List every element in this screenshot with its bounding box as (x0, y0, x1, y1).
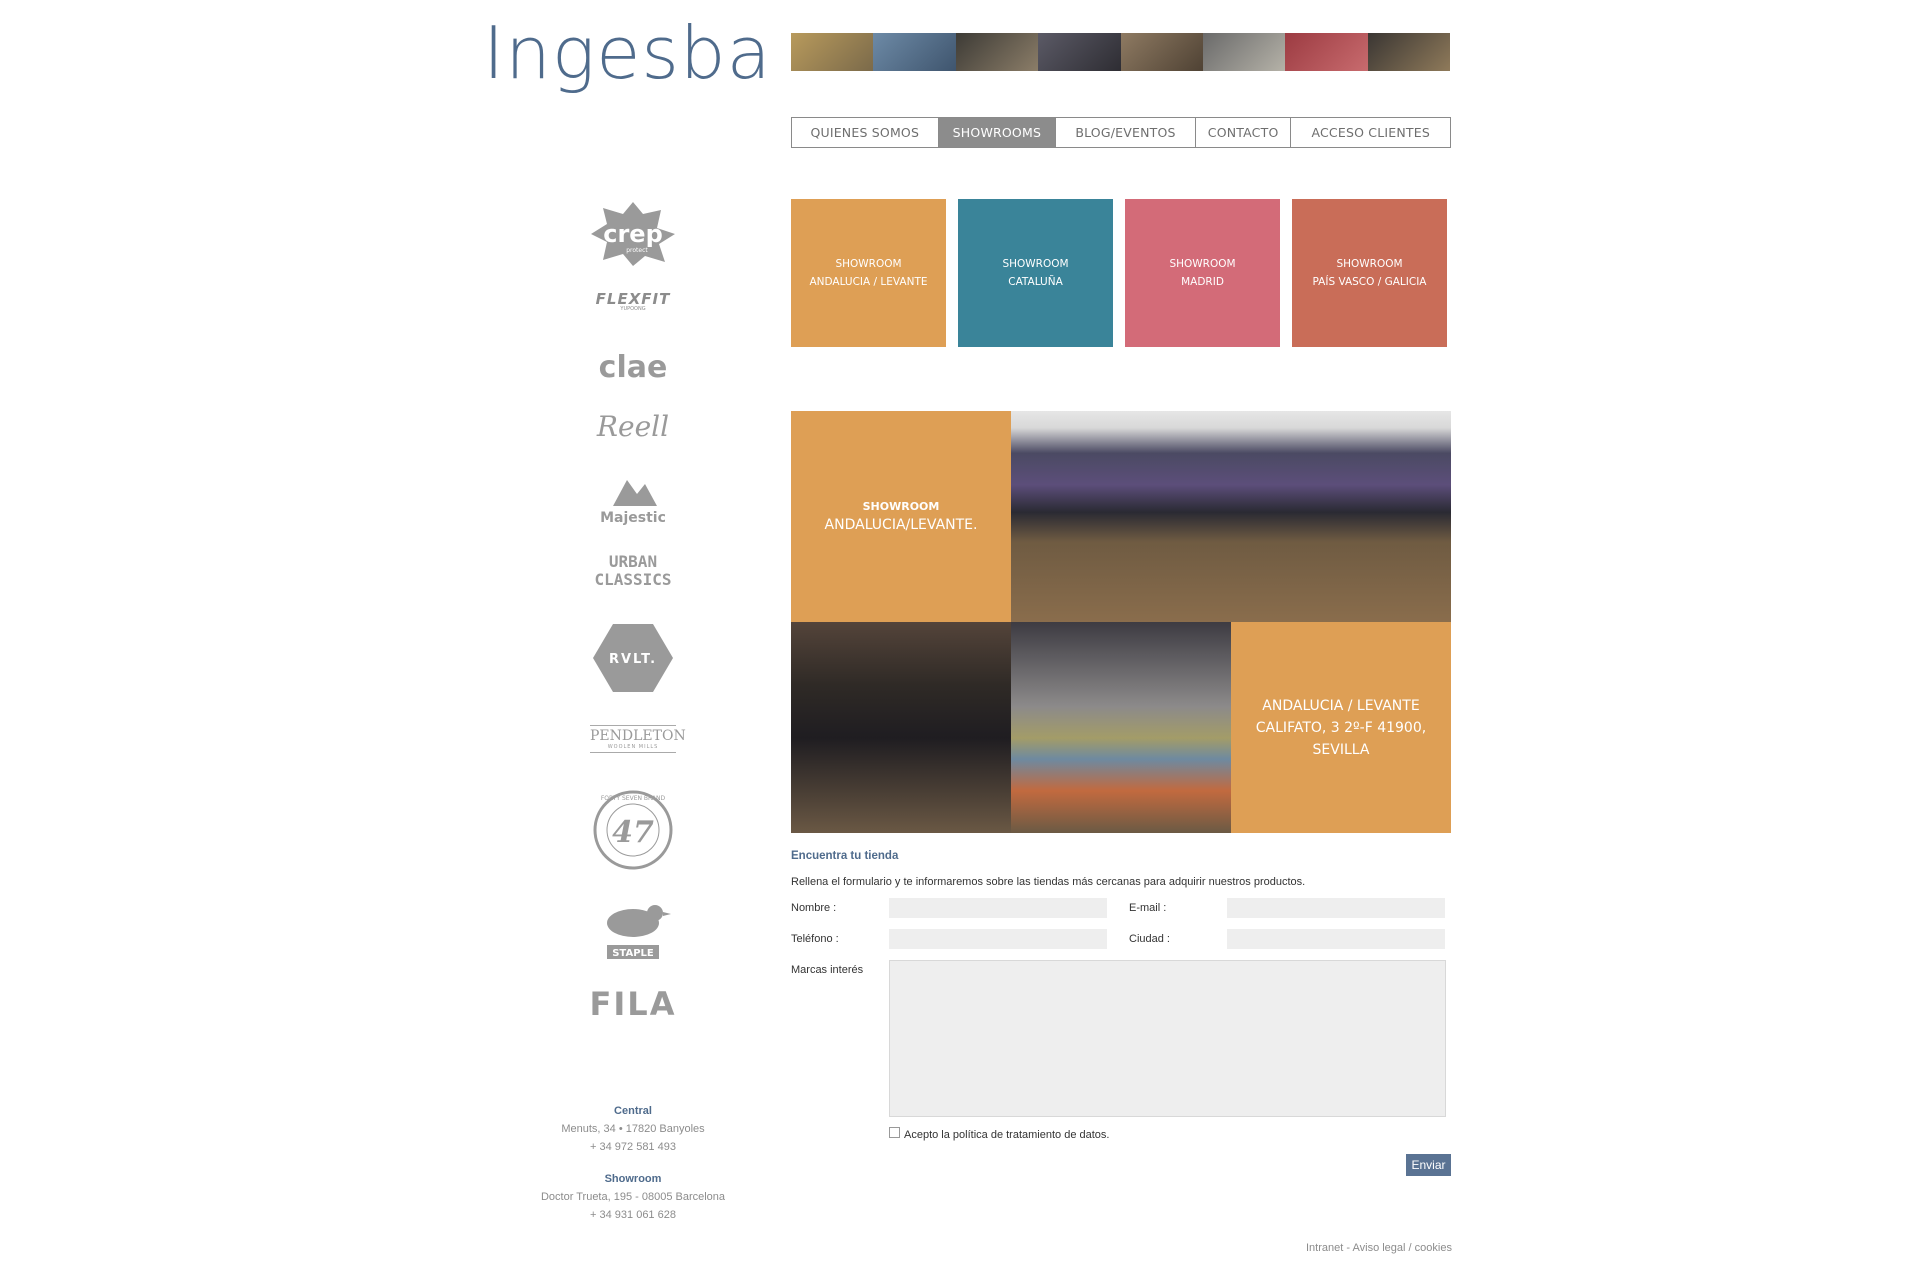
svg-text:RVLT.: RVLT. (609, 652, 657, 667)
central-address: Menuts, 34 • 17820 Banyoles (561, 1123, 705, 1135)
nav-blog-eventos[interactable]: BLOG/EVENTOS (1056, 118, 1196, 147)
nav-contacto[interactable]: CONTACTO (1196, 118, 1292, 147)
showroom-address-line2: CALIFATO, 3 2º-F 41900, (1255, 719, 1427, 736)
showroom-photo-grid: SHOWROOM ANDALUCIA/LEVANTE. ANDALUCIA / … (791, 411, 1451, 833)
privacy-label: Acepto la política de tratamiento de dat… (904, 1129, 1110, 1141)
telefono-input[interactable] (889, 929, 1107, 949)
tile-label-line2: MADRID (1181, 276, 1224, 288)
telefono-label: Teléfono : (791, 933, 839, 945)
email-input[interactable] (1227, 898, 1445, 918)
svg-text:FORTY SEVEN BRAND: FORTY SEVEN BRAND (601, 795, 666, 802)
tile-label-line1: SHOWROOM (1002, 258, 1069, 270)
footer-links: Intranet - Aviso legal / cookies (1306, 1242, 1452, 1254)
svg-text:47: 47 (612, 815, 654, 850)
nav-acceso-clientes[interactable]: ACCESO CLIENTES (1291, 118, 1450, 147)
showroom-contact-address: Doctor Trueta, 195 - 08005 Barcelona (540, 1191, 726, 1203)
central-title: Central (614, 1105, 652, 1117)
privacy-checkbox[interactable] (889, 1127, 900, 1138)
tile-label-line2: ANDALUCIA / LEVANTE (809, 276, 928, 288)
send-button[interactable]: Enviar (1406, 1154, 1451, 1176)
nav-quienes-somos[interactable]: QUIENES SOMOS (792, 118, 939, 147)
brand-logo-flexfit[interactable]: FLEXFIT YUPOONG (583, 290, 683, 312)
ciudad-label: Ciudad : (1129, 933, 1170, 945)
showroom-photo-store-interior (791, 622, 1011, 833)
email-label: E-mail : (1129, 902, 1167, 914)
main-nav: QUIENES SOMOS SHOWROOMS BLOG/EVENTOS CON… (791, 117, 1451, 148)
showroom-title-block: SHOWROOM ANDALUCIA/LEVANTE. (791, 411, 1011, 622)
ingesba-logo[interactable]: Ingesba (483, 8, 771, 98)
showroom-title-small: SHOWROOM (862, 500, 940, 513)
brand-logo-47[interactable]: 47 FORTY SEVEN BRAND (583, 788, 683, 876)
tile-label-line2: CATALUÑA (1008, 276, 1063, 288)
svg-text:Majestic: Majestic (600, 510, 666, 526)
showroom-address-block: ANDALUCIA / LEVANTE CALIFATO, 3 2º-F 419… (1231, 622, 1451, 833)
tile-showroom-cataluna[interactable]: SHOWROOM CATALUÑA (958, 199, 1113, 347)
marcas-textarea[interactable] (889, 960, 1446, 1117)
form-intro: Rellena el formulario y te informaremos … (791, 876, 1306, 888)
tile-label-line2: PAÍS VASCO / GALICIA (1312, 276, 1427, 288)
nombre-input[interactable] (889, 898, 1107, 918)
ciudad-input[interactable] (1227, 929, 1445, 949)
brand-logo-staple[interactable]: STAPLE (583, 895, 683, 969)
central-phone: + 34 972 581 493 (590, 1141, 676, 1153)
tile-showroom-madrid[interactable]: SHOWROOM MADRID (1125, 199, 1280, 347)
cookies-link[interactable]: cookies (1415, 1242, 1452, 1254)
svg-text:STAPLE: STAPLE (612, 948, 654, 959)
footer-separator: / (1405, 1242, 1415, 1254)
showroom-contact-phone: + 34 931 061 628 (590, 1209, 676, 1221)
aviso-legal-link[interactable]: Aviso legal (1352, 1242, 1405, 1254)
brand-logo-fila[interactable]: FILA (583, 985, 683, 1023)
showroom-address-line1: ANDALUCIA / LEVANTE (1262, 697, 1420, 714)
brand-logo-pendleton[interactable]: PENDLETON WOOLEN MILLS (583, 725, 686, 753)
brand-logo-urban-classics[interactable]: URBAN CLASSICS (583, 553, 683, 589)
brand-logo-reell[interactable]: Reell (583, 410, 683, 443)
svg-text:crep: crep (603, 220, 663, 248)
nombre-label: Nombre : (791, 902, 837, 914)
tile-label-line1: SHOWROOM (1336, 258, 1403, 270)
brand-logo-majestic[interactable]: Majestic (583, 470, 683, 532)
tile-label-line1: SHOWROOM (835, 258, 902, 270)
tile-showroom-pais-vasco[interactable]: SHOWROOM PAÍS VASCO / GALICIA (1292, 199, 1447, 347)
central-address-block: Central Menuts, 34 • 17820 Banyoles + 34… (513, 1102, 753, 1156)
svg-text:protect: protect (626, 247, 648, 254)
showroom-photo-clothing-rack (1011, 411, 1451, 622)
tile-showroom-andalucia[interactable]: SHOWROOM ANDALUCIA / LEVANTE (791, 199, 946, 347)
showroom-photo-shoes (1011, 622, 1231, 833)
intranet-link[interactable]: Intranet (1306, 1242, 1343, 1254)
showroom-address-contact-block: Showroom Doctor Trueta, 195 - 08005 Barc… (513, 1170, 753, 1224)
brand-logo-clae[interactable]: clae (583, 350, 683, 385)
tile-label-line1: SHOWROOM (1169, 258, 1236, 270)
marcas-label: Marcas interés (791, 964, 864, 976)
brand-logo-rvlt[interactable]: RVLT. (583, 620, 683, 700)
header-banner-image (791, 33, 1450, 71)
form-title: Encuentra tu tienda (791, 850, 899, 862)
brand-logo-crep[interactable]: crep protect (583, 200, 683, 272)
nav-showrooms[interactable]: SHOWROOMS (938, 118, 1057, 147)
showroom-contact-title: Showroom (604, 1173, 662, 1185)
showroom-address-line3: SEVILLA (1312, 741, 1370, 758)
showroom-title-big: ANDALUCIA/LEVANTE. (824, 517, 978, 533)
